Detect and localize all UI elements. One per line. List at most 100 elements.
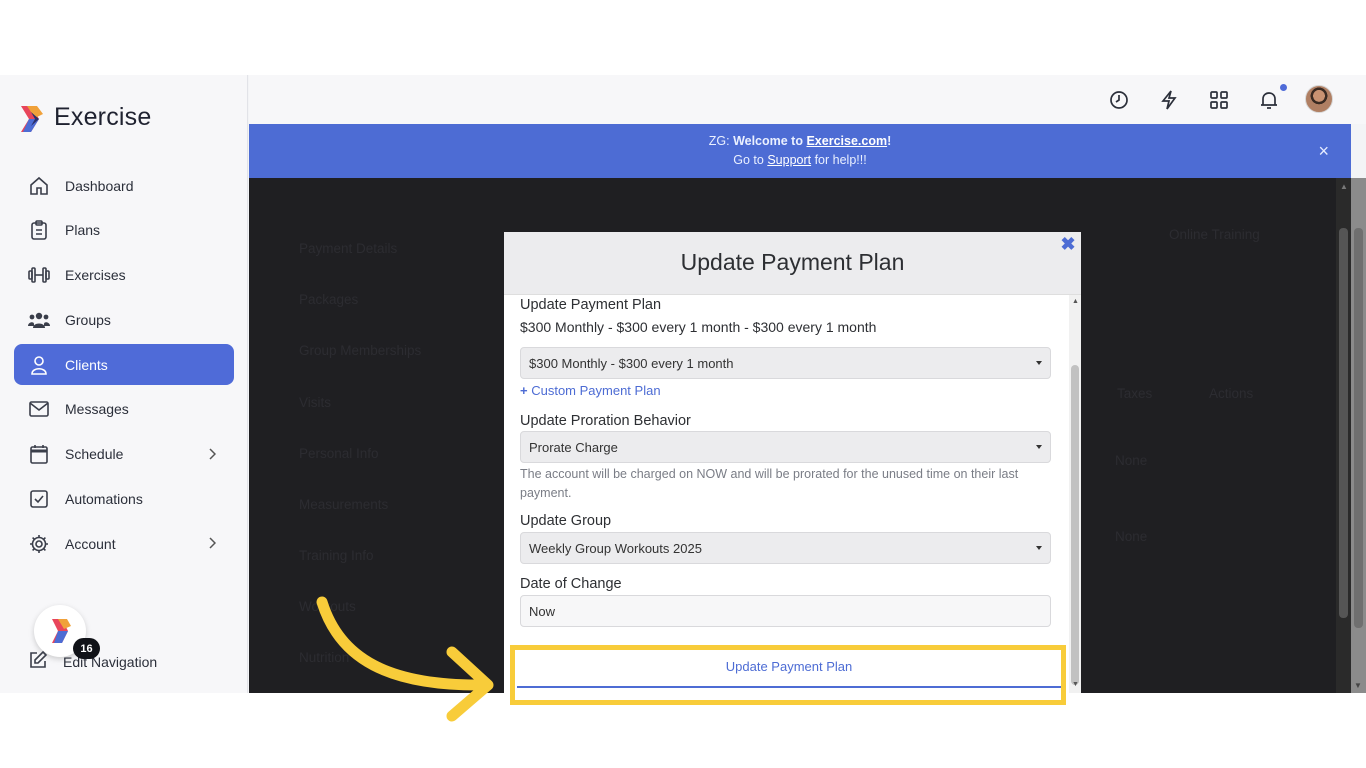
bg-menu-item: Group Memberships [299, 343, 422, 358]
banner-suffix-text: for help!!! [811, 153, 867, 167]
mail-icon [28, 398, 50, 420]
proration-select-value: Prorate Charge [529, 440, 618, 455]
proration-label: Update Proration Behavior [520, 413, 691, 429]
banner-line-1: ZG: Welcome to Exercise.com! [249, 134, 1351, 148]
checkbox-icon [28, 488, 50, 510]
exercise-com-link[interactable]: Exercise.com [806, 134, 887, 148]
clock-icon[interactable] [1107, 88, 1131, 112]
brand[interactable]: Exercise [17, 103, 151, 132]
sidebar-item-label: Clients [65, 356, 108, 373]
user-icon [28, 354, 50, 376]
sidebar-item-plans[interactable]: Plans [14, 210, 234, 251]
date-of-change-input[interactable]: Now [520, 595, 1051, 627]
scrollbar-thumb[interactable] [1354, 228, 1363, 628]
lightning-icon[interactable] [1157, 88, 1181, 112]
group-label: Update Group [520, 513, 612, 529]
banner-prefix: ZG: [708, 134, 734, 148]
dumbbell-icon [28, 264, 50, 286]
custom-payment-plan-label: Custom Payment Plan [531, 383, 661, 398]
scrollbar-thumb[interactable] [1071, 365, 1079, 685]
plus-icon: + [520, 383, 528, 398]
bg-menu-item: Visits [299, 395, 332, 410]
payment-plan-select[interactable]: $300 Monthly - $300 every 1 month [520, 347, 1051, 379]
bg-tab: Online Training [1169, 227, 1260, 242]
sidebar-item-clients[interactable]: Clients [14, 344, 234, 386]
bg-cell: None [1115, 529, 1148, 544]
modal-scrollbar[interactable]: ▲ ▼ [1069, 295, 1081, 693]
scroll-down-icon[interactable]: ▼ [1072, 681, 1079, 688]
date-of-change-label: Date of Change [520, 576, 622, 592]
sidebar: Exercise Dashboard Plans Exercises Group… [0, 75, 248, 693]
banner-goto-text: Go to [733, 153, 768, 167]
pointer-arrow-icon [316, 596, 494, 722]
content-scrollbar[interactable]: ▲ [1336, 178, 1351, 693]
chevron-right-icon [208, 447, 217, 463]
notification-count-badge: 16 [73, 638, 100, 659]
sidebar-nav: Dashboard Plans Exercises Groups Clients… [14, 165, 234, 568]
chevron-right-icon [208, 536, 217, 552]
avatar[interactable] [1305, 85, 1333, 113]
window-scrollbar[interactable]: ▼ [1351, 178, 1366, 693]
top-bar [249, 75, 1366, 124]
sidebar-item-messages[interactable]: Messages [14, 389, 234, 430]
support-link[interactable]: Support [767, 153, 811, 167]
modal-title: Update Payment Plan [680, 249, 905, 275]
payment-plan-select-value: $300 Monthly - $300 every 1 month [529, 356, 734, 371]
group-select[interactable]: Weekly Group Workouts 2025 [520, 532, 1051, 564]
screenshot-stage: Exercise Dashboard Plans Exercises Group… [0, 0, 1366, 768]
bg-table-header: Actions [1209, 386, 1254, 401]
notification-dot [1280, 84, 1287, 91]
bg-menu-item: Packages [299, 292, 359, 307]
modal-body: Update Payment Plan $300 Monthly - $300 … [504, 295, 1081, 693]
scrollbar-thumb[interactable] [1339, 228, 1348, 618]
banner-line-2: Go to Support for help!!! [249, 153, 1351, 167]
update-payment-plan-modal: Update Payment Plan ✖ Update Payment Pla… [504, 232, 1081, 693]
edit-icon [28, 650, 48, 673]
users-icon [28, 309, 50, 331]
modal-close-icon[interactable]: ✖ [1059, 235, 1077, 253]
home-icon [28, 175, 50, 197]
brand-name: Exercise [54, 103, 152, 131]
bg-menu-item: Personal Info [299, 446, 379, 461]
calendar-icon [28, 443, 50, 465]
clipboard-icon [28, 219, 50, 241]
caret-down-icon [1036, 546, 1042, 550]
sidebar-item-label: Schedule [65, 446, 124, 463]
scroll-down-icon[interactable]: ▼ [1354, 681, 1362, 690]
sidebar-item-automations[interactable]: Automations [14, 479, 234, 520]
sidebar-item-label: Groups [65, 311, 111, 328]
apps-grid-icon[interactable] [1207, 88, 1231, 112]
modal-header: Update Payment Plan ✖ [504, 232, 1081, 295]
sidebar-item-label: Messages [65, 401, 129, 418]
custom-payment-plan-link[interactable]: + Custom Payment Plan [520, 383, 661, 398]
sidebar-item-exercises[interactable]: Exercises [14, 255, 234, 296]
gear-icon [28, 533, 50, 555]
sidebar-item-label: Dashboard [65, 177, 134, 194]
scroll-up-icon[interactable]: ▲ [1072, 298, 1079, 305]
bg-menu-item: Training Info [299, 548, 374, 563]
scroll-up-icon[interactable]: ▲ [1340, 182, 1348, 191]
date-of-change-value: Now [529, 604, 556, 619]
banner-close-button[interactable]: × [1318, 141, 1329, 162]
current-plan-value: $300 Monthly - $300 every 1 month - $300… [520, 319, 877, 335]
exercise-logo-icon [17, 104, 45, 132]
sidebar-item-label: Account [65, 535, 116, 552]
group-select-value: Weekly Group Workouts 2025 [529, 541, 702, 556]
bg-cell: None [1115, 453, 1148, 468]
bg-table-header: Taxes [1117, 386, 1153, 401]
sidebar-item-label: Exercises [65, 267, 126, 284]
sidebar-item-dashboard[interactable]: Dashboard [14, 165, 234, 206]
bell-icon[interactable] [1257, 88, 1281, 112]
current-plan-label: Update Payment Plan [520, 297, 662, 313]
banner-welcome-text: Welcome to [733, 134, 807, 148]
welcome-banner: ZG: Welcome to Exercise.com! Go to Suppo… [249, 124, 1351, 178]
sidebar-item-groups[interactable]: Groups [14, 299, 234, 340]
highlight-box [510, 645, 1066, 705]
proration-help-text: The account will be charged on NOW and w… [520, 467, 1019, 500]
bg-menu-item: Measurements [299, 497, 389, 512]
sidebar-item-label: Plans [65, 222, 101, 239]
proration-select[interactable]: Prorate Charge [520, 431, 1051, 463]
sidebar-item-account[interactable]: Account [14, 523, 234, 564]
sidebar-item-schedule[interactable]: Schedule [14, 434, 234, 475]
caret-down-icon [1036, 361, 1042, 365]
